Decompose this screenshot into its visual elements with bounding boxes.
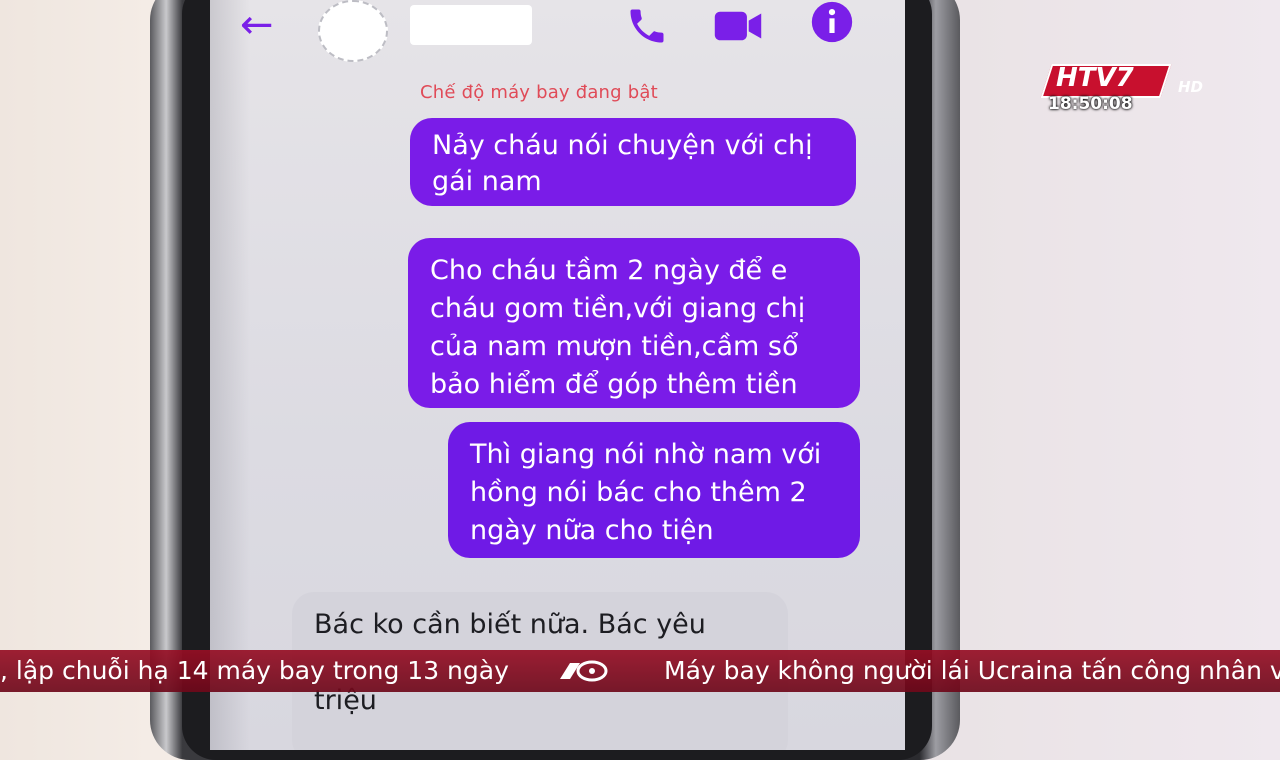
- video-camera-icon[interactable]: [713, 8, 763, 44]
- messenger-screen: ← Chế độ máy bay đang bật Nảy cháu nói c…: [210, 0, 905, 750]
- ticker-text-left: , lập chuỗi hạ 14 máy bay trong 13 ngày: [0, 656, 509, 685]
- message-bubble-sent[interactable]: Cho cháu tầm 2 ngày để e cháu gom tiền,v…: [408, 238, 860, 408]
- message-bubble-sent[interactable]: Thì giang nói nhờ nam với hồng nói bác c…: [448, 422, 860, 558]
- 60-news-logo-icon: [560, 660, 608, 682]
- broadcast-clock: 18:50:08: [1048, 94, 1133, 114]
- airplane-mode-notice: Chế độ máy bay đang bật: [420, 82, 658, 103]
- screen-shadow: [210, 0, 250, 750]
- message-bubble-sent[interactable]: Nảy cháu nói chuyện với chị gái nam: [410, 118, 856, 206]
- logo-hd: HD: [1178, 78, 1204, 96]
- chat-header: ←: [210, 0, 905, 70]
- ticker-text-right: Máy bay không người lái Ucraina tấn công…: [664, 656, 1280, 685]
- contact-name-redacted[interactable]: [410, 5, 532, 45]
- info-icon[interactable]: [810, 0, 854, 44]
- logo-text: HTV7: [1056, 63, 1134, 93]
- arrow-left-icon[interactable]: ←: [240, 5, 274, 45]
- phone-icon[interactable]: [625, 4, 669, 48]
- news-ticker: , lập chuỗi hạ 14 máy bay trong 13 ngày …: [0, 650, 1280, 692]
- avatar[interactable]: [318, 0, 388, 62]
